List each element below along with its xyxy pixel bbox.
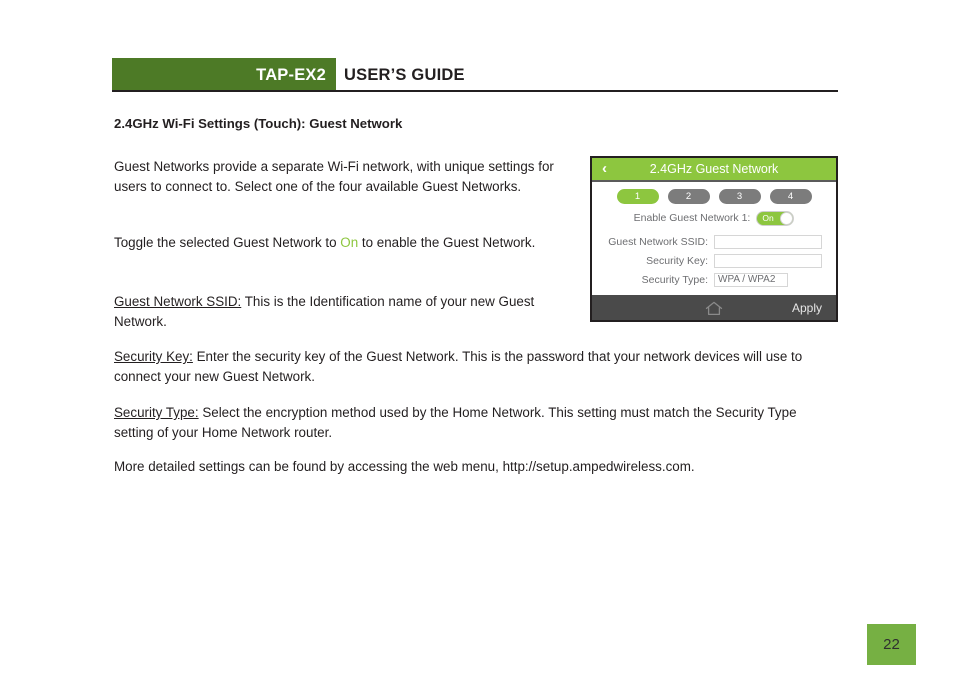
paragraph-security-key-text: Enter the security key of the Guest Netw…: [114, 349, 803, 384]
paragraph-security-key: Security Key: Enter the security key of …: [114, 347, 838, 386]
enable-guest-network-label: Enable Guest Network 1:: [633, 212, 751, 224]
page-title: 2.4GHz Wi-Fi Settings (Touch): Guest Net…: [114, 116, 403, 131]
device-screenshot-panel: ‹ 2.4GHz Guest Network 1 2 3 4 Enable Gu…: [590, 156, 838, 322]
home-icon[interactable]: [705, 301, 723, 320]
header-divider-rule: [112, 90, 838, 92]
security-key-input[interactable]: [714, 253, 822, 268]
paragraph-web-menu: More detailed settings can be found by a…: [114, 459, 695, 474]
paragraph-security-type-text: Select the encryption method used by the…: [114, 405, 797, 440]
header-guide-title: USER’S GUIDE: [344, 66, 465, 84]
security-type-label: Security Type:: [641, 273, 708, 286]
field-row-security-type: Security Type: WPA / WPA2: [592, 270, 836, 289]
ssid-label: Guest Network SSID:: [608, 235, 708, 248]
security-key-label: Security Key:: [646, 254, 708, 267]
field-row-ssid: Guest Network SSID:: [592, 232, 836, 251]
security-type-select[interactable]: WPA / WPA2: [714, 272, 788, 287]
device-screen-body: 1 2 3 4 Enable Guest Network 1: On Guest…: [592, 182, 836, 295]
guest-network-tab-row: 1 2 3 4: [592, 189, 836, 204]
paragraph-toggle-after: to enable the Guest Network.: [358, 235, 536, 250]
field-row-security-key: Security Key:: [592, 251, 836, 270]
guest-network-tab-3[interactable]: 3: [718, 189, 761, 204]
toggle-state-text: On: [762, 212, 774, 223]
toggle-knob: [780, 211, 794, 225]
paragraph-toggle-before: Toggle the selected Guest Network to: [114, 235, 341, 250]
paragraph-security-key-label: Security Key:: [114, 349, 193, 364]
guest-network-form: Guest Network SSID: Security Key: Securi…: [592, 232, 836, 289]
device-screen-title: 2.4GHz Guest Network: [649, 162, 779, 176]
ssid-input[interactable]: [714, 234, 822, 249]
guest-network-tab-2[interactable]: 2: [667, 189, 710, 204]
enable-guest-network-row: Enable Guest Network 1: On: [592, 210, 836, 226]
paragraph-ssid-label: Guest Network SSID:: [114, 294, 242, 309]
device-footer-bar: Apply: [592, 295, 836, 320]
device-title-bar: ‹ 2.4GHz Guest Network: [592, 158, 836, 182]
back-chevron-icon[interactable]: ‹: [602, 158, 607, 180]
apply-button[interactable]: Apply: [792, 295, 822, 320]
guest-network-tab-1[interactable]: 1: [616, 189, 659, 204]
paragraph-security-type: Security Type: Select the encryption met…: [114, 403, 838, 442]
paragraph-toggle: Toggle the selected Guest Network to On …: [114, 233, 578, 253]
paragraph-security-type-label: Security Type:: [114, 405, 199, 420]
guest-network-tab-4[interactable]: 4: [769, 189, 812, 204]
paragraph-ssid: Guest Network SSID: This is the Identifi…: [114, 292, 578, 331]
paragraph-toggle-accent: On: [340, 235, 359, 250]
paragraph-intro: Guest Networks provide a separate Wi-Fi …: [114, 159, 554, 194]
enable-guest-network-toggle[interactable]: On: [756, 210, 795, 226]
page-number-badge: 22: [867, 624, 916, 665]
document-header: TAP-EX2 USER’S GUIDE: [112, 58, 838, 92]
header-product-name: TAP-EX2: [256, 66, 326, 84]
